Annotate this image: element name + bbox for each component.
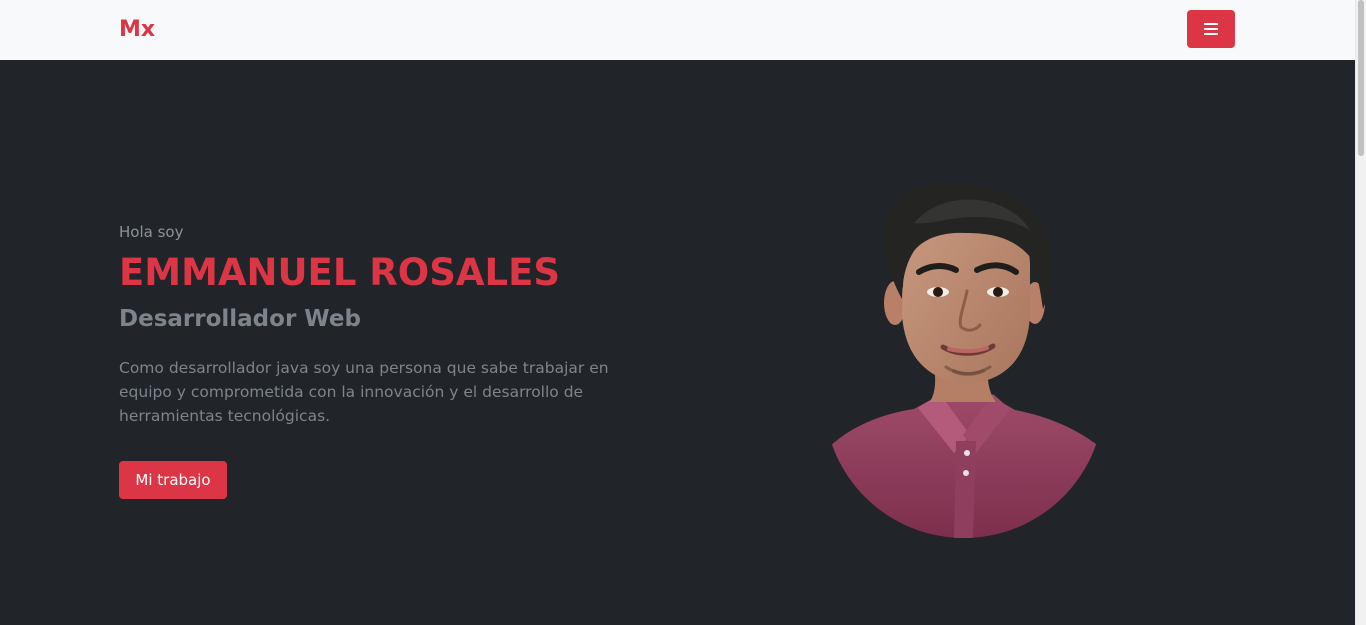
hamburger-menu-icon xyxy=(1204,23,1218,35)
portfolio-page: Mx Hola soy EMMANUEL ROSALES Desarrollad… xyxy=(0,0,1366,625)
my-work-button[interactable]: Mi trabajo xyxy=(119,461,227,499)
hero-role: Desarrollador Web xyxy=(119,306,361,332)
portrait-photo xyxy=(824,183,1104,538)
navbar-toggle-button[interactable] xyxy=(1187,10,1235,48)
brand-logo-link[interactable]: Mx xyxy=(119,15,155,45)
hero-greeting: Hola soy xyxy=(119,223,184,241)
hero-section: Hola soy EMMANUEL ROSALES Desarrollador … xyxy=(0,60,1355,625)
vertical-scrollbar[interactable] xyxy=(1355,0,1366,625)
scrollbar-thumb[interactable] xyxy=(1358,0,1364,156)
hero-name: EMMANUEL ROSALES xyxy=(119,251,561,294)
hero-description: Como desarrollador java soy una persona … xyxy=(119,359,609,425)
top-navbar: Mx xyxy=(0,0,1355,60)
